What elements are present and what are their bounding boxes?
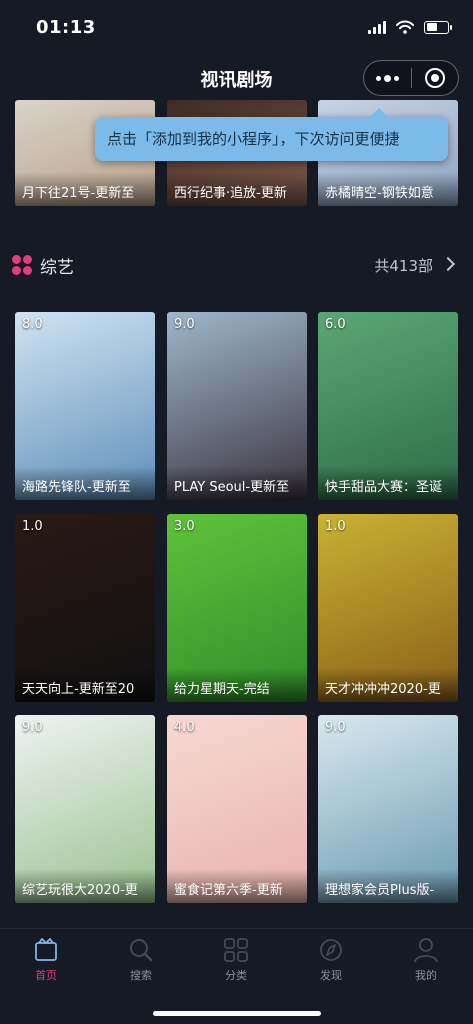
close-miniprogram-button[interactable] [412, 61, 459, 95]
video-card[interactable]: 1.0 天天向上-更新至20 [15, 514, 155, 702]
card-caption: 海路先锋队-更新至 [15, 466, 155, 500]
card-caption: 快手甜品大赛：圣诞 [318, 466, 458, 500]
battery-icon [424, 20, 452, 34]
home-icon [35, 938, 57, 961]
tab-label: 搜索 [130, 969, 152, 982]
chevron-right-icon[interactable] [440, 256, 456, 272]
card-caption: 蜜食记第六季-更新 [167, 869, 307, 903]
search-icon [130, 939, 153, 962]
rating-score: 3.0 [174, 519, 195, 534]
video-card[interactable]: 9.0 综艺玩很大2020-更 [15, 715, 155, 903]
rating-score: 9.0 [325, 720, 346, 735]
battery-level [426, 23, 437, 31]
status-time: 01:13 [36, 17, 96, 38]
more-dots-icon [375, 74, 399, 82]
screen: 01:13 视讯剧场 月下往21号-更新至 西行纪事·追放-更新 赤橘晴空-钢铁… [0, 0, 473, 1024]
content-area[interactable]: 月下往21号-更新至 西行纪事·追放-更新 赤橘晴空-钢铁如意 点击「添加到我的… [0, 100, 473, 928]
card-caption: 理想家会员Plus版- [318, 869, 458, 903]
card-caption: 给力星期天-完结 [167, 668, 307, 702]
card-caption: 西行纪事·追放-更新 [167, 172, 307, 206]
tab-category[interactable]: 分类 [206, 937, 266, 989]
section-header-variety: 综艺 共413部 [0, 247, 473, 283]
rating-score: 1.0 [325, 519, 346, 534]
nav-bar: 视讯剧场 [0, 56, 473, 100]
rating-score: 6.0 [325, 317, 346, 332]
tab-label: 发现 [320, 969, 342, 982]
tab-profile[interactable]: 我的 [396, 937, 456, 989]
rating-score: 9.0 [174, 317, 195, 332]
discover-icon [320, 939, 342, 961]
variety-section-icon [12, 255, 32, 275]
wifi-icon [396, 20, 414, 34]
video-card[interactable]: 3.0 给力星期天-完结 [167, 514, 307, 702]
tab-home[interactable]: 首页 [16, 937, 76, 989]
status-icons [368, 20, 452, 34]
tab-discover[interactable]: 发现 [301, 937, 361, 989]
add-to-miniprogram-tooltip[interactable]: 点击「添加到我的小程序」，下次访问更便捷 [95, 108, 448, 161]
tab-search[interactable]: 搜索 [111, 937, 171, 989]
video-card[interactable]: 9.0 理想家会员Plus版- [318, 715, 458, 903]
section-title: 综艺 [40, 258, 74, 278]
more-button[interactable] [364, 61, 411, 95]
video-card[interactable]: 9.0 PLAY Seoul-更新至 [167, 312, 307, 500]
cellular-signal-icon [368, 20, 386, 34]
video-card[interactable]: 4.0 蜜食记第六季-更新 [167, 715, 307, 903]
card-caption: PLAY Seoul-更新至 [167, 466, 307, 500]
card-caption: 综艺玩很大2020-更 [15, 869, 155, 903]
tab-label: 我的 [415, 969, 437, 982]
tab-label: 首页 [35, 969, 57, 982]
rating-score: 4.0 [174, 720, 195, 735]
category-icon [224, 938, 248, 962]
card-caption: 赤橘晴空-钢铁如意 [318, 172, 458, 206]
card-caption: 天才冲冲冲2020-更 [318, 668, 458, 702]
bottom-tab-bar: 首页 搜索 分类 发现 我的 [0, 928, 473, 1024]
rating-score: 1.0 [22, 519, 43, 534]
profile-icon [414, 938, 438, 963]
tab-label: 分类 [225, 969, 247, 982]
video-card[interactable]: 8.0 海路先锋队-更新至 [15, 312, 155, 500]
card-caption: 天天向上-更新至20 [15, 668, 155, 702]
home-indicator[interactable] [153, 1011, 321, 1016]
rating-score: 8.0 [22, 317, 43, 332]
card-caption: 月下往21号-更新至 [15, 172, 155, 206]
section-count-link[interactable]: 共413部 [374, 255, 433, 276]
miniprogram-capsule [363, 60, 459, 96]
target-icon [424, 68, 445, 88]
status-bar: 01:13 [0, 0, 473, 56]
video-card[interactable]: 1.0 天才冲冲冲2020-更 [318, 514, 458, 702]
video-card[interactable]: 6.0 快手甜品大赛：圣诞 [318, 312, 458, 500]
rating-score: 9.0 [22, 720, 43, 735]
